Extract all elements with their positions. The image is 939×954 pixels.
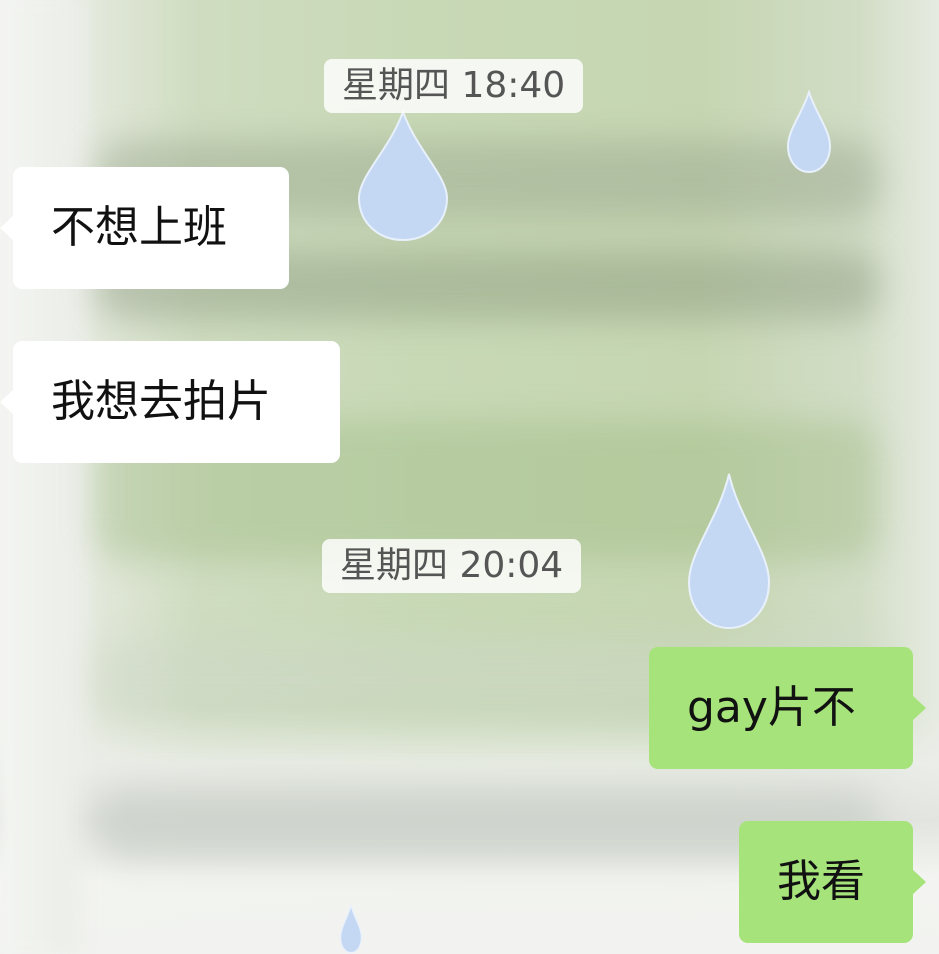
timestamp-label: 星期四 18:40 <box>324 59 584 113</box>
raindrop-icon <box>334 904 368 954</box>
raindrop-icon <box>687 472 771 630</box>
bubble-tail <box>912 695 926 721</box>
window-frame-blur <box>0 0 95 954</box>
message-text: gay片不 <box>687 682 856 733</box>
bubble-tail <box>912 869 926 895</box>
raindrop-icon <box>357 110 449 242</box>
chat-window: 星期四 18:40 星期四 20:04 不想上班 我想去拍片 gay片不 我看 <box>0 0 939 954</box>
outgoing-message-bubble[interactable]: gay片不 <box>649 647 926 769</box>
bubble-tail <box>0 389 14 415</box>
incoming-message-bubble[interactable]: 不想上班 <box>0 167 289 289</box>
raindrop-icon <box>786 90 832 174</box>
message-text: 不想上班 <box>51 202 227 253</box>
incoming-message-bubble[interactable]: 我想去拍片 <box>0 341 340 463</box>
outgoing-message-bubble[interactable]: 我看 <box>739 821 926 943</box>
timestamp-label: 星期四 20:04 <box>322 539 582 593</box>
message-text: 我想去拍片 <box>51 376 271 427</box>
message-text: 我看 <box>777 856 865 907</box>
bubble-tail <box>0 215 14 241</box>
